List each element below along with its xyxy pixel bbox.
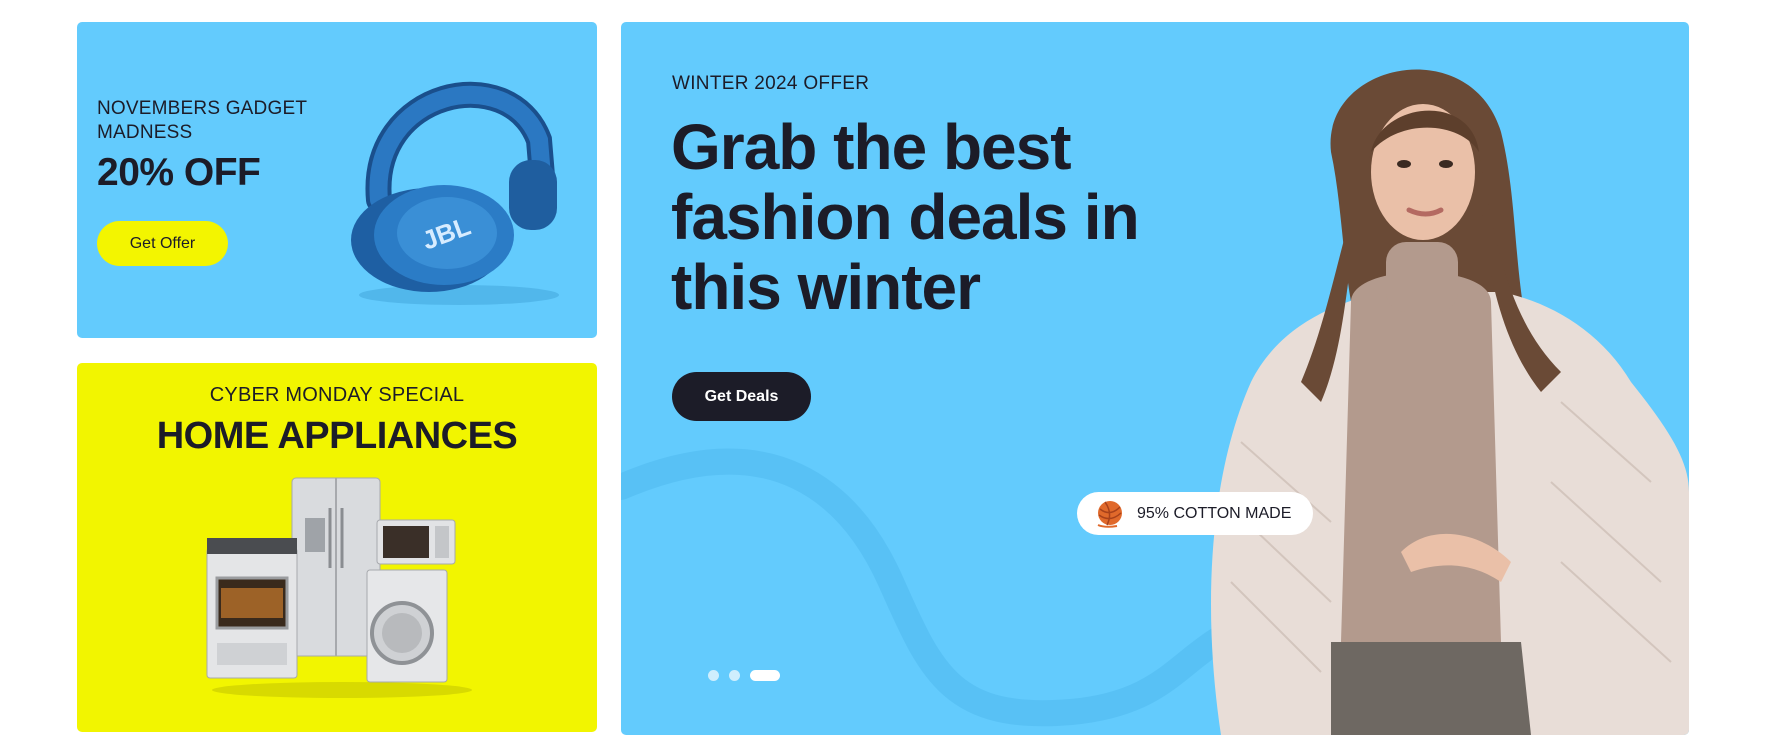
home-appliances-image [206,477,472,698]
gadget-promo-eyebrow: NOVEMBERS GADGET MADNESS [97,98,307,143]
gadget-promo-headline: 20% OFF [97,151,261,194]
get-deals-button[interactable]: Get Deals [672,372,811,421]
hero-headline: Grab the best fashion deals in this wint… [671,111,1140,323]
carousel-dots [708,670,780,681]
get-offer-button[interactable]: Get Offer [97,221,228,266]
hero-eyebrow: WINTER 2024 OFFER [672,73,870,94]
carousel-dot-1[interactable] [708,670,719,681]
gadget-promo-card[interactable]: NOVEMBERS GADGET MADNESS 20% OFF Get Off… [77,22,597,338]
carousel-dot-2[interactable] [729,670,740,681]
headphones-image: JBL [351,81,559,305]
carousel-dot-3-active[interactable] [750,670,780,681]
appliances-promo-eyebrow: CYBER MONDAY SPECIAL [209,384,465,406]
cotton-badge-text: 95% COTTON MADE [1137,504,1292,522]
yarn-ball-icon [1097,500,1122,528]
hero-banner[interactable]: WINTER 2024 OFFER Grab the best fashion … [621,22,1689,735]
winter-fashion-model-image [1211,69,1689,735]
appliances-promo-card[interactable]: CYBER MONDAY SPECIAL HOME APPLIANCES [77,363,597,732]
cotton-badge: 95% COTTON MADE [1077,492,1313,535]
appliances-promo-headline: HOME APPLIANCES [156,415,518,457]
